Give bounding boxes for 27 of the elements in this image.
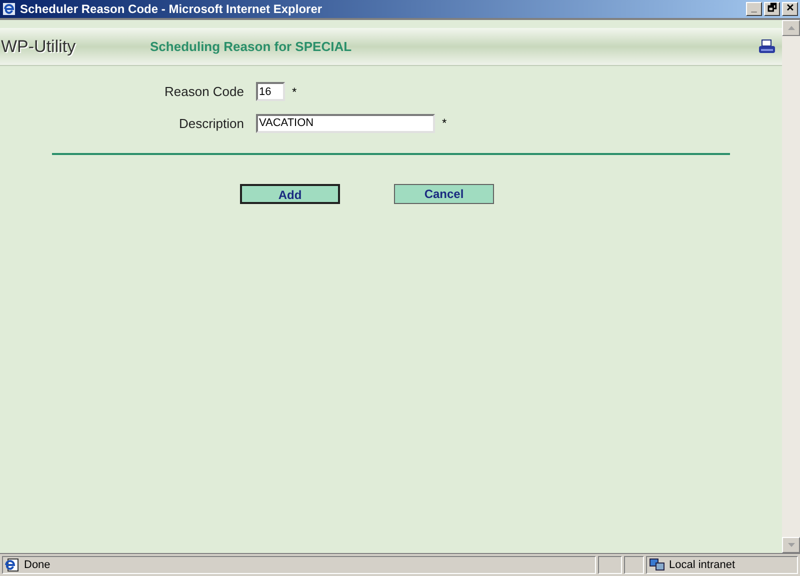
cancel-button[interactable]: Cancel <box>394 184 494 204</box>
input-field[interactable]: VACATION <box>256 114 435 133</box>
status-pane <box>624 556 644 574</box>
status-text: Done <box>24 558 50 573</box>
required-mark: * <box>442 115 447 132</box>
minimize-button[interactable]: _ <box>746 2 762 16</box>
browser-icon <box>2 2 16 16</box>
restore-button[interactable]: 🗗 <box>764 2 780 16</box>
required-mark: * <box>292 84 297 101</box>
up-arrow-icon <box>788 26 794 30</box>
print-icon[interactable] <box>758 38 776 54</box>
page-heading: Scheduling Reason for SPECIAL <box>150 38 353 56</box>
app-name: WP-Utility <box>0 36 77 58</box>
scroll-up-button[interactable] <box>782 20 800 36</box>
input-field[interactable]: 16 <box>256 82 285 102</box>
zone-text: Local intranet <box>669 558 736 573</box>
status-pane <box>598 556 622 574</box>
scrollbar[interactable] <box>782 20 800 553</box>
network-icon <box>649 558 665 572</box>
close-button[interactable]: ✕ <box>782 2 798 16</box>
down-arrow-icon <box>788 543 794 547</box>
scroll-down-button[interactable] <box>782 537 800 553</box>
add-button[interactable]: Add <box>240 184 340 204</box>
field-label: Reason Code <box>164 83 245 101</box>
window-title: Scheduler Reason Code - Microsoft Internet Explorer <box>20 1 324 18</box>
page-icon <box>4 558 20 572</box>
field-label: Description <box>178 114 245 133</box>
